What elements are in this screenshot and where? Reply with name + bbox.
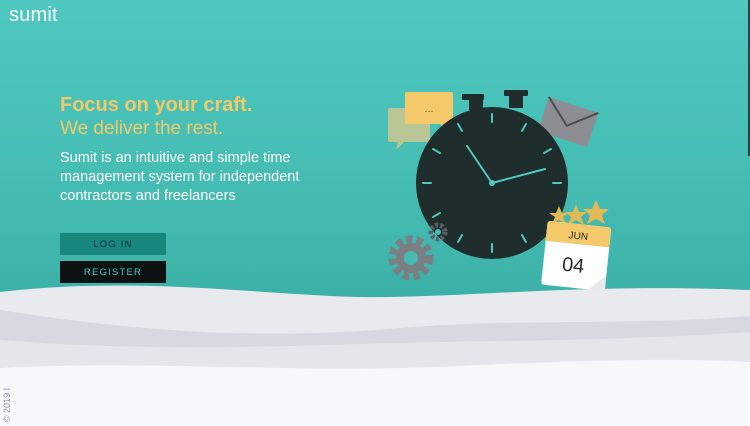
snow-ground: [0, 285, 750, 426]
hero-headline: Focus on your craft.: [60, 94, 253, 116]
hero-description: Sumit is an intuitive and simple time ma…: [60, 150, 300, 204]
hero-section: sumit Focus on your craft. We deliver th…: [0, 0, 750, 426]
login-button[interactable]: LOG IN: [60, 233, 166, 255]
svg-text:...: ...: [424, 103, 433, 115]
copyright-text: © 2019 I: [2, 387, 13, 423]
gear-icon: [388, 222, 448, 281]
svg-text:JUN: JUN: [568, 230, 588, 243]
hero-subheadline: We deliver the rest.: [60, 118, 224, 139]
brand-logo[interactable]: sumit: [9, 4, 58, 27]
time-management-illustration: ... JUN 04: [388, 90, 612, 292]
